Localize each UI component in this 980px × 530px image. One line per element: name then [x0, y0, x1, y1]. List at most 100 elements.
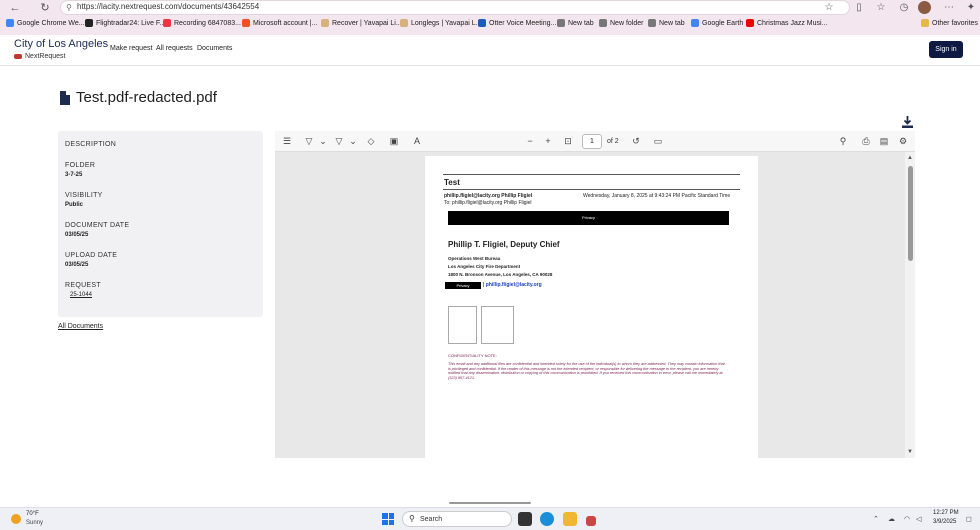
bookmark[interactable]: New tab [648, 19, 685, 27]
site-header: City of Los Angeles NextRequest Make req… [0, 35, 980, 66]
more-menu-icon[interactable]: ⋯ [942, 2, 956, 14]
brand-title[interactable]: City of Los Angeles [14, 38, 108, 50]
signature-name: Phillip T. Fligiel, Deputy Chief [448, 240, 560, 249]
windows-start-icon[interactable] [382, 513, 394, 525]
url-text[interactable]: https://lacity.nextrequest.com/documents… [77, 2, 259, 11]
bookmark-label: Microsoft account |... [253, 19, 318, 27]
request-label: REQUEST [65, 282, 101, 289]
email-date: Wednesday, January 8, 2025 at 9:43:24 PM… [583, 193, 731, 199]
bookmark[interactable]: Otter Voice Meeting... [478, 19, 556, 27]
clock-time[interactable]: 12:27 PM [933, 510, 959, 516]
bookmark-icon [691, 19, 699, 27]
scroll-up-icon[interactable]: ▲ [907, 155, 913, 161]
signature-line: Los Angeles City Fire Department [448, 264, 521, 269]
brand-subtitle-text: NextRequest [25, 53, 66, 60]
clock-date[interactable]: 3/9/2025 [933, 519, 956, 525]
save-icon[interactable]: ▤ [878, 135, 890, 147]
edge-browser-icon[interactable] [540, 512, 554, 526]
fit-page-icon[interactable]: ⊡ [562, 135, 574, 147]
bookmark[interactable]: New folder [599, 19, 643, 27]
search-icon[interactable]: ⚲ [837, 135, 849, 147]
contents-list-icon[interactable]: ☰ [281, 135, 293, 147]
highlight-icon[interactable]: ▽ [303, 135, 315, 147]
settings-gear-icon[interactable]: ⚙ [897, 135, 909, 147]
nav-all-requests[interactable]: All requests [156, 45, 193, 52]
page-count: of 2 [607, 138, 619, 145]
chevron-down-icon[interactable]: ⌄ [347, 135, 359, 147]
bookmark[interactable]: Microsoft account |... [242, 19, 317, 27]
bookmark[interactable]: Recording 6847083... [163, 19, 241, 27]
favorites-icon[interactable]: ☆ [874, 2, 888, 14]
confidentiality-label: CONFIDENTIALITY NOTE: [448, 353, 497, 358]
start-tile [388, 513, 394, 519]
all-documents-link[interactable]: All Documents [58, 323, 103, 330]
bookmark-icon [242, 19, 250, 27]
bookmark[interactable]: Flightradar24: Live F... [85, 19, 165, 27]
bookmark-icon [400, 19, 408, 27]
weather-condition[interactable]: Sunny [26, 520, 43, 526]
task-view-icon[interactable] [518, 512, 532, 526]
folder-icon [921, 19, 929, 27]
site-info-icon[interactable]: ⚲ [66, 3, 72, 12]
split-screen-icon[interactable]: ▯ [852, 2, 866, 14]
zoom-in-icon[interactable]: + [542, 135, 554, 147]
history-icon[interactable]: ◷ [897, 2, 911, 14]
draw-icon[interactable]: ▽ [333, 135, 345, 147]
profile-avatar[interactable] [918, 1, 931, 14]
copilot-icon[interactable]: ✦ [964, 2, 978, 14]
signature-email[interactable]: | phillip.fligiel@lacity.org [483, 282, 542, 288]
zoom-out-icon[interactable]: − [524, 135, 536, 147]
bookmark-icon [321, 19, 329, 27]
address-bar[interactable]: ⚲ https://lacity.nextrequest.com/documen… [60, 0, 850, 15]
page-view-icon[interactable]: ▭ [652, 135, 664, 147]
page-number-input[interactable]: 1 [582, 134, 602, 149]
notification-icon[interactable]: ◻ [966, 515, 972, 523]
read-aloud-icon[interactable]: A [411, 135, 423, 147]
back-arrow-icon[interactable]: ← [8, 2, 22, 14]
refresh-icon[interactable]: ↻ [38, 2, 52, 14]
rotate-icon[interactable]: ↺ [630, 135, 642, 147]
description-label: DESCRIPTION [65, 141, 117, 148]
bookmark[interactable]: Google Earth [691, 19, 743, 27]
viewer-scrollbar[interactable]: ▲ [905, 152, 915, 458]
horizontal-scroll-thumb[interactable] [449, 502, 531, 504]
nav-documents[interactable]: Documents [197, 45, 232, 52]
signature-line: 1800 N. Bronson Avenue, Los Angeles, CA … [448, 272, 553, 277]
bookmarks-bar: Google Chrome We... Flightradar24: Live … [0, 17, 980, 33]
bookmark[interactable]: Recover | Yavapai Li... [321, 19, 402, 27]
wifi-icon[interactable]: ◠ [904, 515, 910, 523]
other-favorites[interactable]: Other favorites [921, 19, 978, 27]
nav-make-request[interactable]: Make request [110, 45, 152, 52]
bookmark[interactable]: Longlegs | Yavapai L... [400, 19, 481, 27]
scroll-down-icon[interactable]: ▼ [907, 449, 913, 455]
print-icon[interactable]: ⎙ [860, 135, 872, 147]
bookmark-label: New folder [610, 19, 644, 27]
start-tile [382, 513, 388, 519]
volume-icon[interactable]: ◁ [916, 515, 921, 523]
request-link[interactable]: 25-1044 [70, 292, 92, 298]
taskbar-search[interactable]: ⚲ Search [402, 511, 512, 527]
chevron-down-icon[interactable]: ⌄ [317, 135, 329, 147]
favorite-star-icon[interactable]: ☆ [822, 2, 836, 14]
sun-icon[interactable] [11, 514, 21, 524]
weather-temp[interactable]: 70°F [26, 511, 39, 517]
document-date-label: DOCUMENT DATE [65, 222, 130, 229]
file-explorer-icon[interactable] [563, 512, 577, 526]
eraser-icon[interactable]: ◇ [365, 135, 377, 147]
scroll-thumb[interactable] [908, 166, 913, 261]
bookmark-label: New tab [568, 19, 594, 27]
sign-in-button[interactable]: Sign in [929, 41, 963, 58]
chevron-up-icon[interactable]: ⌃ [873, 515, 879, 523]
bookmark[interactable]: Christmas Jazz Musi... [746, 19, 827, 27]
bookmark[interactable]: New tab [557, 19, 594, 27]
bookmark-icon [648, 19, 656, 27]
bookmark-icon [163, 19, 171, 27]
app-icon[interactable] [586, 516, 596, 526]
text-box-icon[interactable]: ▣ [388, 135, 400, 147]
nextrequest-logo-icon [14, 54, 22, 59]
confidentiality-text: This email and any additional files are … [448, 362, 725, 380]
privacy-redaction-bar: Privacy [448, 211, 729, 225]
cloud-icon[interactable]: ☁ [888, 515, 895, 523]
download-icon[interactable] [902, 116, 913, 128]
bookmark[interactable]: Google Chrome We... [6, 19, 85, 27]
